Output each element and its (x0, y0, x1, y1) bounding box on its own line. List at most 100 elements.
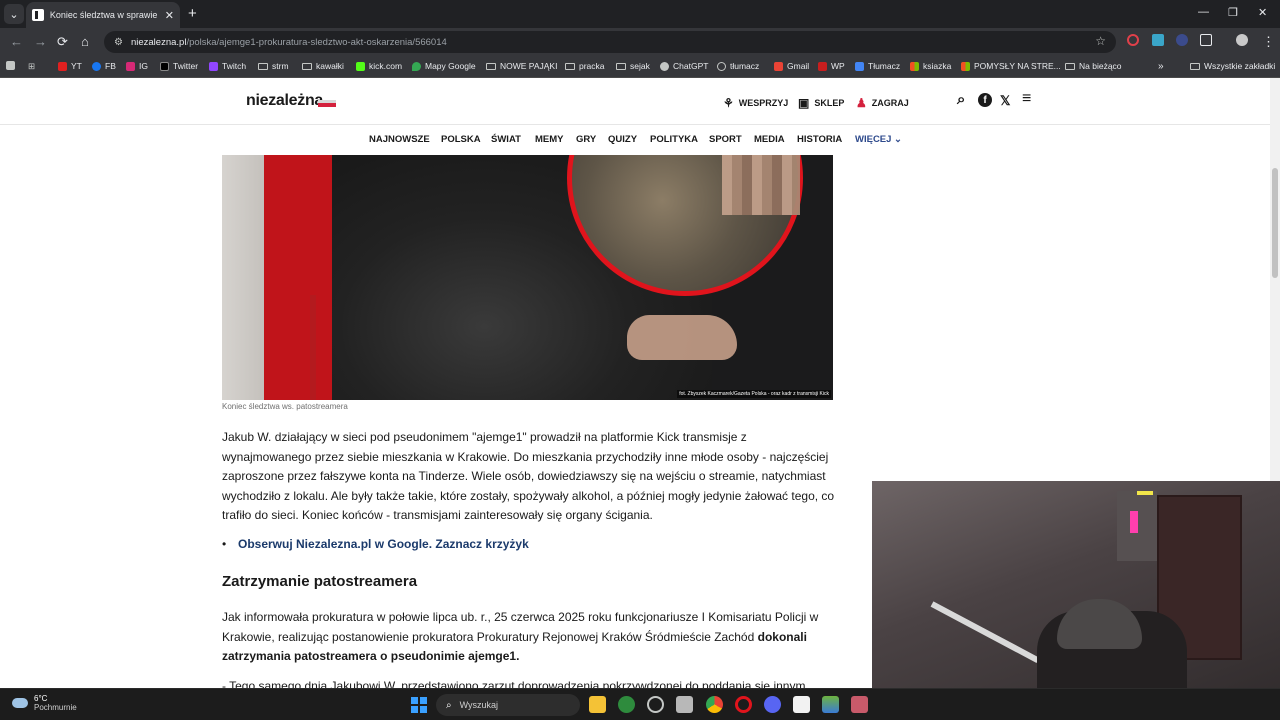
hamburger-menu-icon[interactable]: ≡ (1022, 90, 1031, 108)
browser-menu-icon[interactable]: ⋮ (1262, 34, 1275, 50)
search-placeholder: Wyszukaj (459, 700, 499, 710)
play-figure-icon: ♟ (856, 96, 867, 110)
bookmark-gmail[interactable]: Gmail (774, 61, 809, 71)
bookmark-all[interactable]: Wszystkie zakładki (1190, 61, 1275, 71)
folder-icon (616, 62, 626, 70)
tab-close-icon[interactable]: ✕ (165, 9, 174, 22)
address-bar[interactable]: ⚙ niezalezna.pl/polska/ajemge1-prokuratu… (104, 31, 1116, 53)
minimize-icon[interactable]: — (1198, 6, 1209, 18)
bookmark-tlumacz[interactable]: tłumacz (717, 61, 759, 71)
bookmark-fb[interactable]: FB (92, 61, 116, 71)
bookmark-ksiazka[interactable]: ksiazka (910, 61, 951, 71)
bookmark-twitter[interactable]: Twitter (160, 61, 198, 71)
app-shield-icon[interactable] (618, 696, 635, 713)
x-icon[interactable]: 𝕏 (1000, 93, 1010, 109)
active-tab[interactable]: Koniec śledztwa w sprawie pato ✕ (26, 2, 180, 28)
google-follow-link[interactable]: Obserwuj Niezalezna.pl w Google. Zaznacz… (238, 537, 529, 551)
menu-historia[interactable]: HISTORIA (797, 134, 842, 145)
bullet-dot: • (222, 537, 227, 551)
bookmark-ig[interactable]: IG (126, 61, 148, 71)
bookmark-yt[interactable]: YT (58, 61, 82, 71)
section-heading: Zatrzymanie patostreamera (222, 573, 418, 590)
menu-swiat[interactable]: ŚWIAT (491, 134, 521, 145)
webcam-overlay (872, 481, 1280, 720)
folder-icon (1190, 62, 1200, 70)
article-hero-image: fot. Zbyszek Kaczmarek/Gazeta Polska - o… (222, 155, 833, 400)
weather-widget[interactable]: 6°C Pochmurnie (12, 694, 77, 712)
app-media-icon[interactable] (851, 696, 868, 713)
search-icon[interactable]: ⌕ (957, 91, 965, 108)
scrollbar-thumb[interactable] (1272, 168, 1278, 278)
back-icon[interactable]: ← (10, 34, 23, 49)
browser-toolbar: ← → ⟳ ⌂ ⚙ niezalezna.pl/polska/ajemge1-p… (0, 28, 1280, 56)
menu-najnowsze[interactable]: NAJNOWSZE (369, 134, 430, 145)
facebook-icon[interactable]: f (978, 93, 992, 107)
menu-quizy[interactable]: QUIZY (608, 134, 637, 145)
bookmarks-overflow-icon[interactable]: » (1158, 61, 1164, 72)
url-host: niezalezna.pl (130, 36, 187, 48)
play-link[interactable]: ♟ ZAGRAJ (856, 96, 909, 110)
new-tab-button[interactable]: + (188, 5, 197, 22)
bookmark-chatgpt[interactable]: ChatGPT (660, 61, 708, 71)
bookmark-pracka[interactable]: pracka (565, 61, 605, 71)
chatgpt-icon (660, 61, 669, 71)
menu-sport[interactable]: SPORT (709, 134, 742, 145)
site-info-icon[interactable]: ⚙ (114, 37, 123, 48)
microsoft-icon (910, 61, 919, 71)
bookmark-translate[interactable]: Tłumacz (855, 61, 900, 71)
file-explorer-icon[interactable] (589, 696, 606, 713)
app-game-icon[interactable] (676, 696, 693, 713)
reload-icon[interactable]: ⟳ (57, 34, 68, 50)
bookmark-pomysly[interactable]: POMYSŁY NA STRE... (961, 61, 1061, 71)
bookmark-sejak[interactable]: sejak (616, 61, 650, 71)
bookmark-strm[interactable]: strm (258, 61, 289, 71)
category-menu: NAJNOWSZE POLSKA ŚWIAT MEMY GRY QUIZY PO… (0, 125, 1270, 155)
extension-icon[interactable] (1176, 34, 1188, 46)
discord-icon[interactable] (764, 696, 781, 713)
opera-icon[interactable] (735, 696, 752, 713)
forward-icon[interactable]: → (34, 34, 47, 49)
site-header: niezależna ⚘ WESPRZYJ ▣ SKLEP ♟ ZAGRAJ ⌕ f … (0, 78, 1270, 125)
menu-memy[interactable]: MEMY (535, 134, 564, 145)
extension-record-icon[interactable] (1127, 34, 1139, 46)
bookmark-kick[interactable]: kick.com (356, 61, 402, 71)
maps-pin-icon (412, 61, 421, 71)
support-link[interactable]: ⚘ WESPRZYJ (723, 96, 788, 110)
app-notes-icon[interactable] (793, 696, 810, 713)
taskbar-search[interactable]: ⌕ Wyszukaj (436, 694, 580, 716)
bookmark-wp[interactable]: WP (818, 61, 845, 71)
menu-polityka[interactable]: POLITYKA (650, 134, 698, 145)
shop-icon: ▣ (798, 96, 810, 110)
start-button[interactable] (411, 697, 427, 713)
app-vpn-icon[interactable] (647, 696, 664, 713)
menu-more[interactable]: WIĘCEJ ⌄ (855, 134, 902, 145)
home-icon[interactable]: ⌂ (81, 34, 89, 49)
site-favicon-icon (32, 9, 44, 21)
restore-icon[interactable]: ❐ (1228, 6, 1238, 19)
menu-polska[interactable]: POLSKA (441, 134, 481, 145)
extensions-puzzle-icon[interactable] (1200, 34, 1212, 46)
bookmark-maps[interactable]: Mapy Google (412, 61, 476, 71)
support-icon: ⚘ (723, 96, 734, 110)
shop-link[interactable]: ▣ SKLEP (798, 96, 844, 110)
folder-icon (1065, 62, 1075, 70)
menu-gry[interactable]: GRY (576, 134, 596, 145)
window-close-icon[interactable]: ✕ (1258, 6, 1267, 19)
tab-groups-icon[interactable]: ⊞ (28, 61, 35, 72)
app-stack-icon[interactable] (822, 696, 839, 713)
extension-translate-icon[interactable] (1152, 34, 1164, 46)
bookmarks-apps-icon[interactable] (6, 61, 15, 70)
article-paragraph-1: Jakub W. działający w sieci pod pseudoni… (222, 430, 835, 522)
chrome-icon[interactable] (706, 696, 723, 713)
profile-avatar[interactable] (1236, 34, 1248, 46)
bookmark-star-icon[interactable]: ☆ (1095, 34, 1106, 48)
bookmark-kawalki[interactable]: kawałki (302, 61, 344, 71)
microsoft-icon (961, 61, 970, 71)
globe-icon (717, 61, 726, 71)
bookmark-na-biezaco[interactable]: Na bieżąco (1065, 61, 1122, 71)
site-logo[interactable]: niezależna (246, 92, 323, 110)
bookmark-nowe-pajaki[interactable]: NOWE PAJĄKI (486, 61, 557, 71)
menu-media[interactable]: MEDIA (754, 134, 785, 145)
bookmark-twitch[interactable]: Twitch (209, 61, 246, 71)
tab-search-button[interactable]: ⌄ (4, 4, 24, 24)
